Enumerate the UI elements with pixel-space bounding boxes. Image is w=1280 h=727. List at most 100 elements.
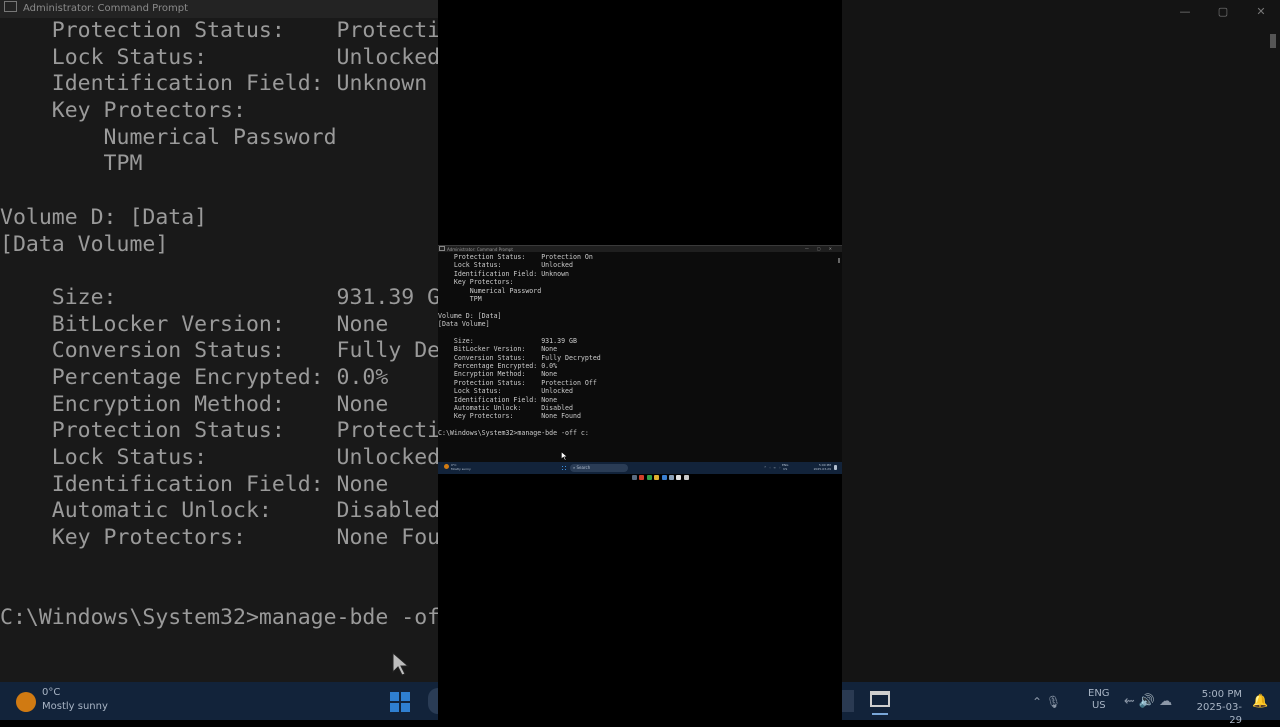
background-terminal-line: Key Protectors: None Four [0,525,438,551]
terminal-line: Identification Field: Unknown [438,269,570,278]
terminal-line: Size: 931.39 GB [438,336,577,345]
active-app-indicator [872,713,888,715]
taskbar-app-edge [842,690,854,712]
background-terminal-line [0,178,438,205]
background-terminal-line: Identification Field: None [0,471,389,497]
terminal-line: Volume D: [Data] [438,311,502,320]
taskbar-app-icon[interactable] [654,475,660,480]
terminal-line: [Data Volume] [438,320,490,329]
language-indicator[interactable]: ENG US [782,463,788,471]
background-terminal-line: Automatic Unlock: Disabled [0,498,438,524]
close-icon: ✕ [1256,5,1266,18]
terminal-line: Key Protectors: None Found [438,412,581,421]
bell-icon: 🔔 [1252,694,1269,709]
window-title: Administrator: Command Prompt [447,247,513,252]
notifications-button[interactable] [834,465,837,470]
minimize-icon: — [1179,5,1191,18]
background-terminal-line: Volume D: [Data] [0,204,208,230]
cmd-window-icon [439,246,445,251]
terminal-line: Key Protectors: [438,278,514,287]
taskbar-clock[interactable]: 5:00 PM 2025-03-29 [813,463,831,471]
background-terminal-line [0,578,438,605]
taskbar-app-icon[interactable] [639,475,645,480]
minimize-button[interactable]: — [805,246,817,251]
mouse-pointer-icon [392,652,410,676]
terminal-line: TPM [438,294,482,303]
background-terminal-line: Percentage Encrypted: 0.0% [0,364,389,390]
background-terminal-line: BitLocker Version: None [0,311,389,337]
terminal-line: BitLocker Version: None [438,345,558,354]
terminal-line: C:\Windows\System32>manage-bde -off c: [438,429,589,438]
taskbar-app-icon[interactable] [646,475,652,480]
terminal-line: Automatic Unlock: Disabled [438,404,573,413]
language-indicator: ENG US [1088,688,1110,711]
terminal-line: Protection Status: Protection Off [438,378,597,387]
scrollbar-thumb[interactable] [838,258,840,263]
taskbar-pinned-apps [632,465,691,484]
background-terminal-text: Protection Status: Protectic Lock Status… [0,18,438,632]
background-terminal-line: Conversion Status: Fully Dec [0,338,438,364]
background-terminal-line: Numerical Password [0,124,337,150]
background-taskbar-left: 0°C Mostly sunny [0,682,438,720]
tray-overflow-icon: ⌃ 🎙 [1032,695,1062,709]
terminal-line: Percentage Encrypted: 0.0% [438,362,558,371]
cmd-window-icon [4,1,17,12]
search-box[interactable]: ⌕ Search [570,464,628,472]
background-terminal-line: Protection Status: Protectic [0,18,438,43]
weather-temp: 0°C [42,687,61,698]
background-window-controls: — ▢ ✕ [1166,0,1280,18]
background-terminal-line: Key Protectors: [0,98,246,124]
close-button[interactable]: ✕ [829,246,840,251]
taskbar-app-icon[interactable] [676,475,682,480]
maximize-icon: ▢ [1217,5,1229,18]
weather-sun-icon [16,692,36,712]
terminal-line: Numerical Password [438,286,542,295]
window-title-bar[interactable]: Administrator: Command Prompt —▢✕ [438,246,842,252]
terminal-line: Conversion Status: Fully Decrypted [438,353,601,362]
taskbar-app-icon[interactable] [661,475,667,480]
terminal-line: Lock Status: Unlocked [438,387,573,396]
background-title-bar: Administrator: Command Prompt [0,0,438,18]
maximize-button[interactable]: ▢ [817,246,829,251]
terminal-line: Protection Status: Protection On [438,253,593,261]
window-controls[interactable]: —▢✕ [805,246,840,252]
mouse-pointer-icon [561,451,568,461]
terminal-output[interactable]: Protection Status: Protection On Lock St… [438,253,601,438]
background-scrollbar-thumb [1270,34,1276,48]
background-terminal-line [0,258,438,285]
weather-sun-icon[interactable] [444,464,449,469]
background-terminal-line: Encryption Method: None [0,391,389,417]
tray-status-icons: ⇜🔊☁ [1124,694,1177,709]
weather-widget[interactable]: 0°C Mostly sunny [451,463,471,471]
background-terminal-line: Identification Field: Unknown [0,71,428,97]
terminal-line: Lock Status: Unlocked [438,261,573,270]
start-button[interactable] [561,465,567,471]
search-box-edge [428,688,438,714]
background-terminal-line [0,552,438,579]
taskbar-app-icon[interactable] [683,475,689,480]
tray-icons[interactable]: ⌃ ◦ ⇜ ◦ [764,465,781,470]
taskbar: 0°C Mostly sunny ⌕ Search ⌃ ◦ ⇜ ◦ ENG US 5… [438,462,842,480]
background-terminal-line: Lock Status: Unlocked [0,445,438,470]
taskbar-app-icon[interactable] [668,475,674,480]
background-terminal-line: C:\Windows\System32>manage-bde -off [0,605,438,631]
terminal-line: Identification Field: None [438,395,558,404]
background-zoom-left: Administrator: Command Prompt Protection… [0,0,438,720]
background-window-title: Administrator: Command Prompt [23,3,188,14]
taskbar-app-icon[interactable] [632,475,637,480]
windows-start-icon [390,692,410,712]
background-terminal-line: TPM [0,151,143,177]
weather-desc: Mostly sunny [42,701,108,712]
background-taskbar-right: ⌃ 🎙 ENG US ⇜🔊☁ 5:00 PM 2025-03-29 🔔 [842,682,1280,726]
terminal-line: Encryption Method: None [438,370,558,379]
command-prompt-window[interactable]: Administrator: Command Prompt —▢✕ Protec… [438,245,842,463]
background-zoom-right: — ▢ ✕ ⌃ 🎙 ENG US ⇜🔊☁ 5:00 PM 2025-03-29 🔔 [842,0,1280,726]
terminal-icon [870,691,890,707]
background-terminal-line: Size: 931.39 GE [0,284,438,310]
taskbar-clock: 5:00 PM 2025-03-29 [1196,689,1242,726]
background-terminal-line: Protection Status: Protectic [0,418,438,444]
background-terminal-line: Lock Status: Unlocked [0,44,438,70]
